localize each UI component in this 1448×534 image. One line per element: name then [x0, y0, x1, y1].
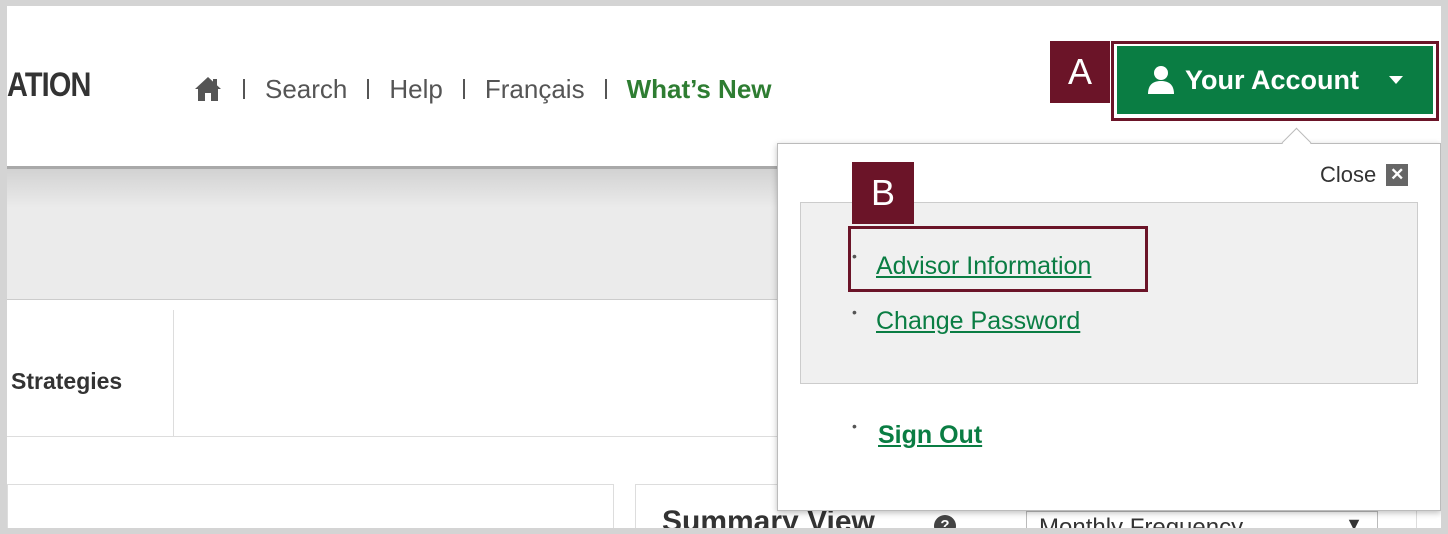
annotation-label-a: A [1050, 41, 1110, 103]
nav-divider [243, 79, 245, 99]
site-logo[interactable]: ATION [7, 66, 91, 105]
account-dropdown-menu: Close ✕ B • Advisor Information • Change… [777, 127, 1441, 511]
left-panel [7, 484, 614, 528]
person-icon [1147, 65, 1175, 95]
close-dropdown-button[interactable]: Close ✕ [1320, 162, 1409, 188]
caret-down-icon [1389, 76, 1403, 84]
nav-search-link[interactable]: Search [265, 74, 347, 105]
nav-help-link[interactable]: Help [389, 74, 442, 105]
nav-language-link[interactable]: Français [485, 74, 585, 105]
nav-divider [462, 79, 465, 99]
page-frame: ATION Search Help Français What’s New A [7, 6, 1441, 528]
dropdown-arrow-icon: ▼ [1345, 514, 1363, 528]
nav-divider [367, 79, 370, 99]
sign-out-link[interactable]: Sign Out [878, 421, 982, 450]
your-account-label: Your Account [1185, 64, 1359, 95]
annotation-label-b: B [852, 162, 914, 224]
help-icon[interactable]: ? [934, 515, 956, 528]
tab-strategies-label: Strategies [11, 368, 123, 394]
frequency-select[interactable]: Monthly Frequency ▼ [1026, 511, 1378, 528]
home-icon[interactable] [193, 74, 223, 104]
change-password-link[interactable]: Change Password [876, 307, 1080, 336]
bullet-icon: • [852, 248, 857, 264]
bullet-icon: • [852, 418, 857, 434]
advisor-information-link[interactable]: Advisor Information [876, 252, 1091, 281]
close-label: Close [1320, 162, 1377, 187]
bullet-icon: • [852, 304, 857, 320]
your-account-button[interactable]: Your Account [1117, 46, 1433, 114]
tab-strategies[interactable]: Strategies [7, 310, 174, 436]
close-icon: ✕ [1386, 164, 1409, 186]
top-nav: Search Help Français What’s New [193, 72, 772, 106]
frequency-select-value: Monthly Frequency [1039, 514, 1244, 528]
nav-whats-new-link[interactable]: What’s New [627, 74, 772, 105]
nav-divider [604, 79, 607, 99]
